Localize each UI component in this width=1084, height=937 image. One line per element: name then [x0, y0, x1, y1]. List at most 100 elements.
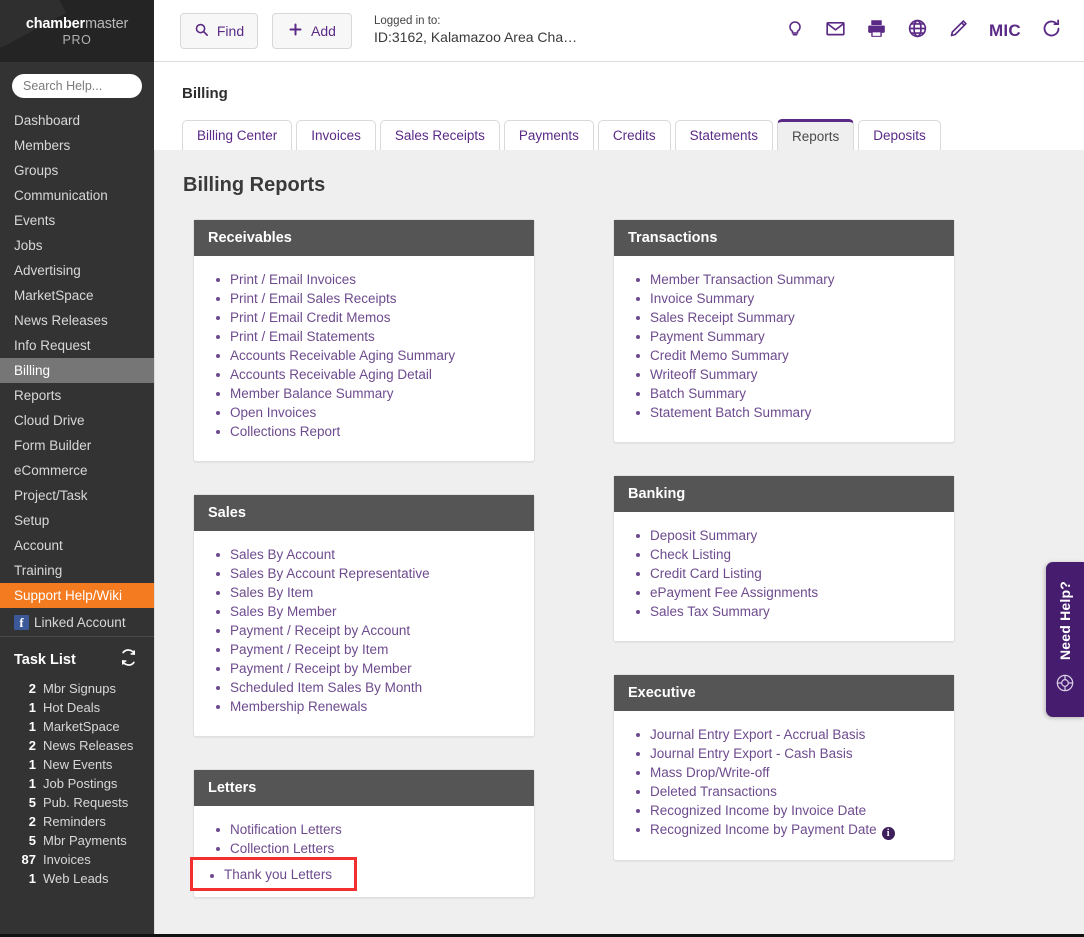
- list-item[interactable]: Notification Letters: [208, 820, 520, 839]
- report-link-check-listing[interactable]: Check Listing: [650, 547, 731, 562]
- list-item[interactable]: Collection Letters: [208, 839, 520, 858]
- search-help-input[interactable]: [12, 74, 142, 98]
- sidebar-item-reports[interactable]: Reports: [0, 383, 154, 408]
- list-item[interactable]: Membership Renewals: [208, 697, 520, 716]
- report-link-invoice-summary[interactable]: Invoice Summary: [650, 291, 754, 306]
- list-item[interactable]: Collections Report: [208, 422, 520, 441]
- list-item[interactable]: Payment Summary: [628, 327, 940, 346]
- list-item[interactable]: Print / Email Sales Receipts: [208, 289, 520, 308]
- mic-label[interactable]: MIC: [989, 21, 1021, 41]
- list-item[interactable]: Credit Card Listing: [628, 564, 940, 583]
- report-link-credit-card-listing[interactable]: Credit Card Listing: [650, 566, 762, 581]
- list-item[interactable]: Recognized Income by Invoice Date: [628, 801, 940, 820]
- refresh-icon[interactable]: [1041, 18, 1062, 44]
- list-item[interactable]: Accounts Receivable Aging Detail: [208, 365, 520, 384]
- list-item[interactable]: Check Listing: [628, 545, 940, 564]
- tab-sales-receipts[interactable]: Sales Receipts: [380, 120, 500, 150]
- report-link-epayment-fee-assignments[interactable]: ePayment Fee Assignments: [650, 585, 818, 600]
- sidebar-item-news-releases[interactable]: News Releases: [0, 308, 154, 333]
- list-item[interactable]: Sales By Member: [208, 602, 520, 621]
- report-link-membership-renewals[interactable]: Membership Renewals: [230, 699, 367, 714]
- printer-icon[interactable]: [866, 18, 887, 44]
- add-button[interactable]: Add: [272, 13, 352, 49]
- sidebar-item-jobs[interactable]: Jobs: [0, 233, 154, 258]
- task-list-refresh-icon[interactable]: [120, 649, 137, 671]
- report-link-ar-aging-detail[interactable]: Accounts Receivable Aging Detail: [230, 367, 432, 382]
- report-link-journal-entry-export-cash-basis[interactable]: Journal Entry Export - Cash Basis: [650, 746, 853, 761]
- sidebar-item-events[interactable]: Events: [0, 208, 154, 233]
- sidebar-item-members[interactable]: Members: [0, 133, 154, 158]
- globe-icon[interactable]: [907, 18, 928, 44]
- list-item[interactable]: Payment / Receipt by Item: [208, 640, 520, 659]
- report-link-sales-receipt-summary[interactable]: Sales Receipt Summary: [650, 310, 795, 325]
- list-item[interactable]: Scheduled Item Sales By Month: [208, 678, 520, 697]
- report-link-deposit-summary[interactable]: Deposit Summary: [650, 528, 757, 543]
- task-list-item[interactable]: 5Mbr Payments: [0, 831, 154, 850]
- need-help-tab[interactable]: Need Help?: [1046, 562, 1084, 717]
- report-link-payment-receipt-by-member[interactable]: Payment / Receipt by Member: [230, 661, 412, 676]
- sidebar-item-ecommerce[interactable]: eCommerce: [0, 458, 154, 483]
- list-item[interactable]: Sales By Item: [208, 583, 520, 602]
- report-link-payment-summary[interactable]: Payment Summary: [650, 329, 765, 344]
- sidebar-item-account[interactable]: Account: [0, 533, 154, 558]
- task-list-item[interactable]: 1Web Leads: [0, 869, 154, 888]
- list-item[interactable]: Sales By Account Representative: [208, 564, 520, 583]
- sidebar-item-form-builder[interactable]: Form Builder: [0, 433, 154, 458]
- list-item[interactable]: Sales Tax Summary: [628, 602, 940, 621]
- report-link-member-balance-summary[interactable]: Member Balance Summary: [230, 386, 394, 401]
- report-link-sales-by-member[interactable]: Sales By Member: [230, 604, 337, 619]
- sidebar-item-linked-account[interactable]: f Linked Account: [0, 608, 154, 637]
- list-item[interactable]: Journal Entry Export - Accrual Basis: [628, 725, 940, 744]
- task-list-item[interactable]: 2Reminders: [0, 812, 154, 831]
- tab-payments[interactable]: Payments: [504, 120, 594, 150]
- list-item[interactable]: Journal Entry Export - Cash Basis: [628, 744, 940, 763]
- sidebar-item-info-request[interactable]: Info Request: [0, 333, 154, 358]
- tab-deposits[interactable]: Deposits: [858, 120, 941, 150]
- tab-statements[interactable]: Statements: [675, 120, 773, 150]
- sidebar-item-groups[interactable]: Groups: [0, 158, 154, 183]
- sidebar-item-training[interactable]: Training: [0, 558, 154, 583]
- list-item[interactable]: Member Balance Summary: [208, 384, 520, 403]
- report-link-print-email-statements[interactable]: Print / Email Statements: [230, 329, 375, 344]
- list-item[interactable]: Invoice Summary: [628, 289, 940, 308]
- report-link-member-transaction-summary[interactable]: Member Transaction Summary: [650, 272, 835, 287]
- list-item[interactable]: Sales Receipt Summary: [628, 308, 940, 327]
- report-link-writeoff-summary[interactable]: Writeoff Summary: [650, 367, 758, 382]
- report-link-sales-by-item[interactable]: Sales By Item: [230, 585, 313, 600]
- task-list-item[interactable]: 2News Releases: [0, 736, 154, 755]
- report-link-print-email-invoices[interactable]: Print / Email Invoices: [230, 272, 356, 287]
- sidebar-item-communication[interactable]: Communication: [0, 183, 154, 208]
- report-link-mass-drop-write-off[interactable]: Mass Drop/Write-off: [650, 765, 770, 780]
- task-list-item[interactable]: 1New Events: [0, 755, 154, 774]
- task-list-item[interactable]: 87Invoices: [0, 850, 154, 869]
- tab-reports[interactable]: Reports: [777, 119, 854, 150]
- list-item[interactable]: Recognized Income by Payment Date i: [628, 820, 940, 840]
- info-icon[interactable]: i: [882, 827, 895, 840]
- report-link-sales-tax-summary[interactable]: Sales Tax Summary: [650, 604, 770, 619]
- list-item[interactable]: Member Transaction Summary: [628, 270, 940, 289]
- list-item[interactable]: Open Invoices: [208, 403, 520, 422]
- lightbulb-icon[interactable]: [785, 18, 805, 43]
- sidebar-item-marketspace[interactable]: MarketSpace: [0, 283, 154, 308]
- report-link-ar-aging-summary[interactable]: Accounts Receivable Aging Summary: [230, 348, 455, 363]
- tab-credits[interactable]: Credits: [598, 120, 671, 150]
- sidebar-item-project-task[interactable]: Project/Task: [0, 483, 154, 508]
- sidebar-item-advertising[interactable]: Advertising: [0, 258, 154, 283]
- highlight-label[interactable]: Thank you Letters: [205, 867, 332, 882]
- task-list-item[interactable]: 1Job Postings: [0, 774, 154, 793]
- list-item[interactable]: Print / Email Credit Memos: [208, 308, 520, 327]
- list-item[interactable]: ePayment Fee Assignments: [628, 583, 940, 602]
- tab-billing-center[interactable]: Billing Center: [182, 120, 292, 150]
- tab-invoices[interactable]: Invoices: [296, 120, 376, 150]
- list-item[interactable]: Writeoff Summary: [628, 365, 940, 384]
- report-link-recognized-income-by-payment-date[interactable]: Recognized Income by Payment Date: [650, 822, 877, 837]
- list-item[interactable]: Deleted Transactions: [628, 782, 940, 801]
- sidebar-item-cloud-drive[interactable]: Cloud Drive: [0, 408, 154, 433]
- list-item[interactable]: Batch Summary: [628, 384, 940, 403]
- report-link-print-email-sales-receipts[interactable]: Print / Email Sales Receipts: [230, 291, 397, 306]
- report-link-credit-memo-summary[interactable]: Credit Memo Summary: [650, 348, 789, 363]
- task-list-item[interactable]: 2Mbr Signups: [0, 679, 154, 698]
- list-item[interactable]: Payment / Receipt by Account: [208, 621, 520, 640]
- sidebar-item-billing[interactable]: Billing: [0, 358, 154, 383]
- report-link-payment-receipt-by-item[interactable]: Payment / Receipt by Item: [230, 642, 388, 657]
